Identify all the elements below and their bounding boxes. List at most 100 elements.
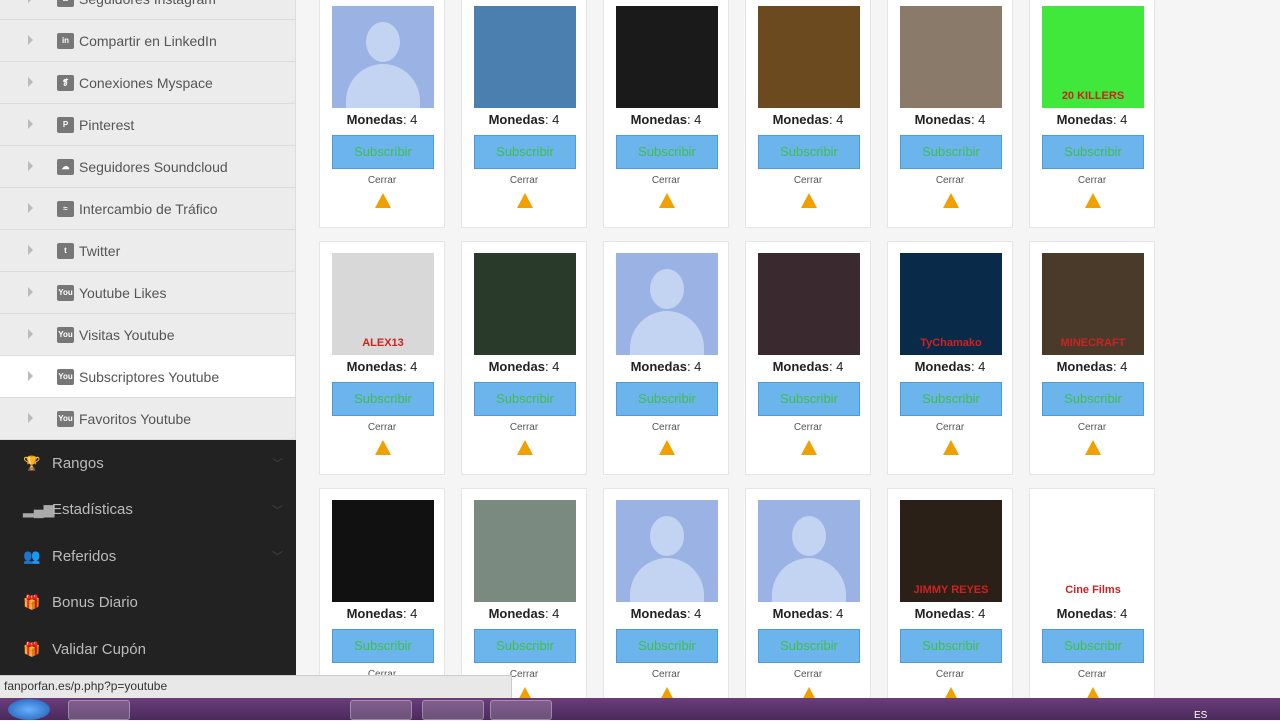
- close-link[interactable]: Cerrar: [888, 175, 1012, 186]
- channel-image-default-avatar[interactable]: [616, 500, 718, 602]
- subscribe-button[interactable]: Subscribir: [332, 135, 434, 169]
- sidebar-item-twitter[interactable]: t Twitter: [0, 230, 295, 272]
- warning-icon[interactable]: [1085, 440, 1101, 455]
- close-link[interactable]: Cerrar: [462, 175, 586, 186]
- warning-icon[interactable]: [517, 440, 533, 455]
- subscribe-button[interactable]: Subscribir: [616, 382, 718, 416]
- warning-icon[interactable]: [659, 193, 675, 208]
- close-link[interactable]: Cerrar: [1030, 669, 1154, 680]
- channel-image-magician[interactable]: [616, 6, 718, 108]
- coins-label: Monedas: [1056, 359, 1113, 374]
- channel-image-minecraft[interactable]: MINECRAFT: [1042, 253, 1144, 355]
- camera-taskbar-button[interactable]: [490, 700, 552, 720]
- menu-item-estad-sticas[interactable]: ▂▄▆ Estadísticas ﹀: [0, 487, 296, 534]
- channel-image-tattoo-girl[interactable]: [474, 500, 576, 602]
- rss-icon: ≈: [57, 201, 74, 217]
- menu-item-referidos[interactable]: 👥 Referidos ﹀: [0, 533, 296, 580]
- app-taskbar-button[interactable]: [350, 700, 412, 720]
- channel-image-20-killers-logo[interactable]: 20 KILLERS: [1042, 6, 1144, 108]
- channel-image-default-avatar[interactable]: [616, 253, 718, 355]
- subscribe-button[interactable]: Subscribir: [758, 135, 860, 169]
- close-link[interactable]: Cerrar: [1030, 422, 1154, 433]
- subscribe-button[interactable]: Subscribir: [900, 382, 1002, 416]
- chrome-taskbar-button[interactable]: [68, 700, 130, 720]
- sidebar-item-seguidores-instagram[interactable]: ◙ Seguidores Instagram: [0, 0, 295, 20]
- sidebar-item-label: Youtube Likes: [79, 284, 167, 301]
- subscribe-button[interactable]: Subscribir: [474, 629, 576, 663]
- sidebar-item-youtube-likes[interactable]: You Youtube Likes: [0, 272, 295, 314]
- subscribe-button[interactable]: Subscribir: [474, 382, 576, 416]
- subscribe-button[interactable]: Subscribir: [474, 135, 576, 169]
- close-link[interactable]: Cerrar: [320, 422, 444, 433]
- subscribe-button[interactable]: Subscribir: [1042, 135, 1144, 169]
- sidebar-item-intercambio-de-tr-fico[interactable]: ≈ Intercambio de Tráfico: [0, 188, 295, 230]
- warning-icon[interactable]: [517, 193, 533, 208]
- explorer-taskbar-button[interactable]: [140, 700, 202, 720]
- subscribe-button[interactable]: Subscribir: [900, 135, 1002, 169]
- subscribe-button[interactable]: Subscribir: [332, 629, 434, 663]
- close-link[interactable]: Cerrar: [320, 175, 444, 186]
- close-link[interactable]: Cerrar: [888, 669, 1012, 680]
- channel-image-guitar[interactable]: [474, 253, 576, 355]
- sidebar-item-subscriptores-youtube[interactable]: You Subscriptores Youtube: [0, 356, 295, 398]
- channel-image-default-avatar[interactable]: [332, 6, 434, 108]
- channel-image-tiger[interactable]: [474, 6, 576, 108]
- menu-item-validar-cup-n[interactable]: 🎁 Validar Cupón: [0, 626, 296, 673]
- coins-label: Monedas: [772, 112, 829, 127]
- sidebar-item-pinterest[interactable]: P Pinterest: [0, 104, 295, 146]
- app-taskbar-button[interactable]: [422, 700, 484, 720]
- subscribe-button[interactable]: Subscribir: [1042, 629, 1144, 663]
- subscribe-button[interactable]: Subscribir: [332, 382, 434, 416]
- channel-image-room-photo[interactable]: [758, 253, 860, 355]
- channel-image-group-photo[interactable]: [900, 6, 1002, 108]
- warning-icon[interactable]: [375, 193, 391, 208]
- channel-image-cat-in-suit[interactable]: [758, 6, 860, 108]
- warning-icon[interactable]: [1085, 687, 1101, 698]
- warning-icon[interactable]: [801, 687, 817, 698]
- ie-taskbar-button[interactable]: [282, 700, 344, 720]
- language-indicator[interactable]: ES: [1194, 710, 1207, 721]
- close-link[interactable]: Cerrar: [888, 422, 1012, 433]
- warning-icon[interactable]: [1085, 193, 1101, 208]
- close-link[interactable]: Cerrar: [604, 422, 728, 433]
- warning-icon[interactable]: [943, 440, 959, 455]
- subscribe-button[interactable]: Subscribir: [616, 629, 718, 663]
- menu-item-rangos[interactable]: 🏆 Rangos ﹀: [0, 440, 296, 487]
- warning-icon[interactable]: [659, 440, 675, 455]
- sidebar-item-compartir-en-linkedin[interactable]: in Compartir en LinkedIn: [0, 20, 295, 62]
- close-link[interactable]: Cerrar: [604, 175, 728, 186]
- coins-info: Monedas: 4: [1056, 359, 1128, 374]
- sidebar-item-favoritos-youtube[interactable]: You Favoritos Youtube: [0, 398, 295, 440]
- channel-image-default-avatar[interactable]: [758, 500, 860, 602]
- start-button[interactable]: [8, 699, 50, 720]
- subscribe-button[interactable]: Subscribir: [1042, 382, 1144, 416]
- menu-item-bonus-diario[interactable]: 🎁 Bonus Diario: [0, 580, 296, 627]
- warning-icon[interactable]: [943, 193, 959, 208]
- chevron-down-icon: ﹀: [272, 551, 283, 564]
- warning-icon[interactable]: [943, 687, 959, 698]
- sidebar-item-seguidores-soundcloud[interactable]: ☁ Seguidores Soundcloud: [0, 146, 295, 188]
- close-link[interactable]: Cerrar: [604, 669, 728, 680]
- media-player-taskbar-button[interactable]: [208, 700, 270, 720]
- channel-image-jimmy-reyes-poster[interactable]: JIMMY REYES: [900, 500, 1002, 602]
- close-link[interactable]: Cerrar: [462, 422, 586, 433]
- channel-image-tychamako[interactable]: TyChamako: [900, 253, 1002, 355]
- channel-image-alex13-logo[interactable]: ALEX13: [332, 253, 434, 355]
- sidebar-item-visitas-youtube[interactable]: You Visitas Youtube: [0, 314, 295, 356]
- channel-image-pixel-face[interactable]: [332, 500, 434, 602]
- channel-image-cine-films-logo[interactable]: Cine Films: [1042, 500, 1144, 602]
- warning-icon[interactable]: [801, 440, 817, 455]
- subscribe-button[interactable]: Subscribir: [900, 629, 1002, 663]
- close-link[interactable]: Cerrar: [746, 422, 870, 433]
- subscribe-button[interactable]: Subscribir: [616, 135, 718, 169]
- close-link[interactable]: Cerrar: [746, 669, 870, 680]
- close-link[interactable]: Cerrar: [746, 175, 870, 186]
- warning-icon[interactable]: [801, 193, 817, 208]
- warning-icon[interactable]: [517, 687, 533, 698]
- subscribe-button[interactable]: Subscribir: [758, 629, 860, 663]
- warning-icon[interactable]: [659, 687, 675, 698]
- subscribe-button[interactable]: Subscribir: [758, 382, 860, 416]
- close-link[interactable]: Cerrar: [1030, 175, 1154, 186]
- warning-icon[interactable]: [375, 440, 391, 455]
- sidebar-item-conexiones-myspace[interactable]: ❡ Conexiones Myspace: [0, 62, 295, 104]
